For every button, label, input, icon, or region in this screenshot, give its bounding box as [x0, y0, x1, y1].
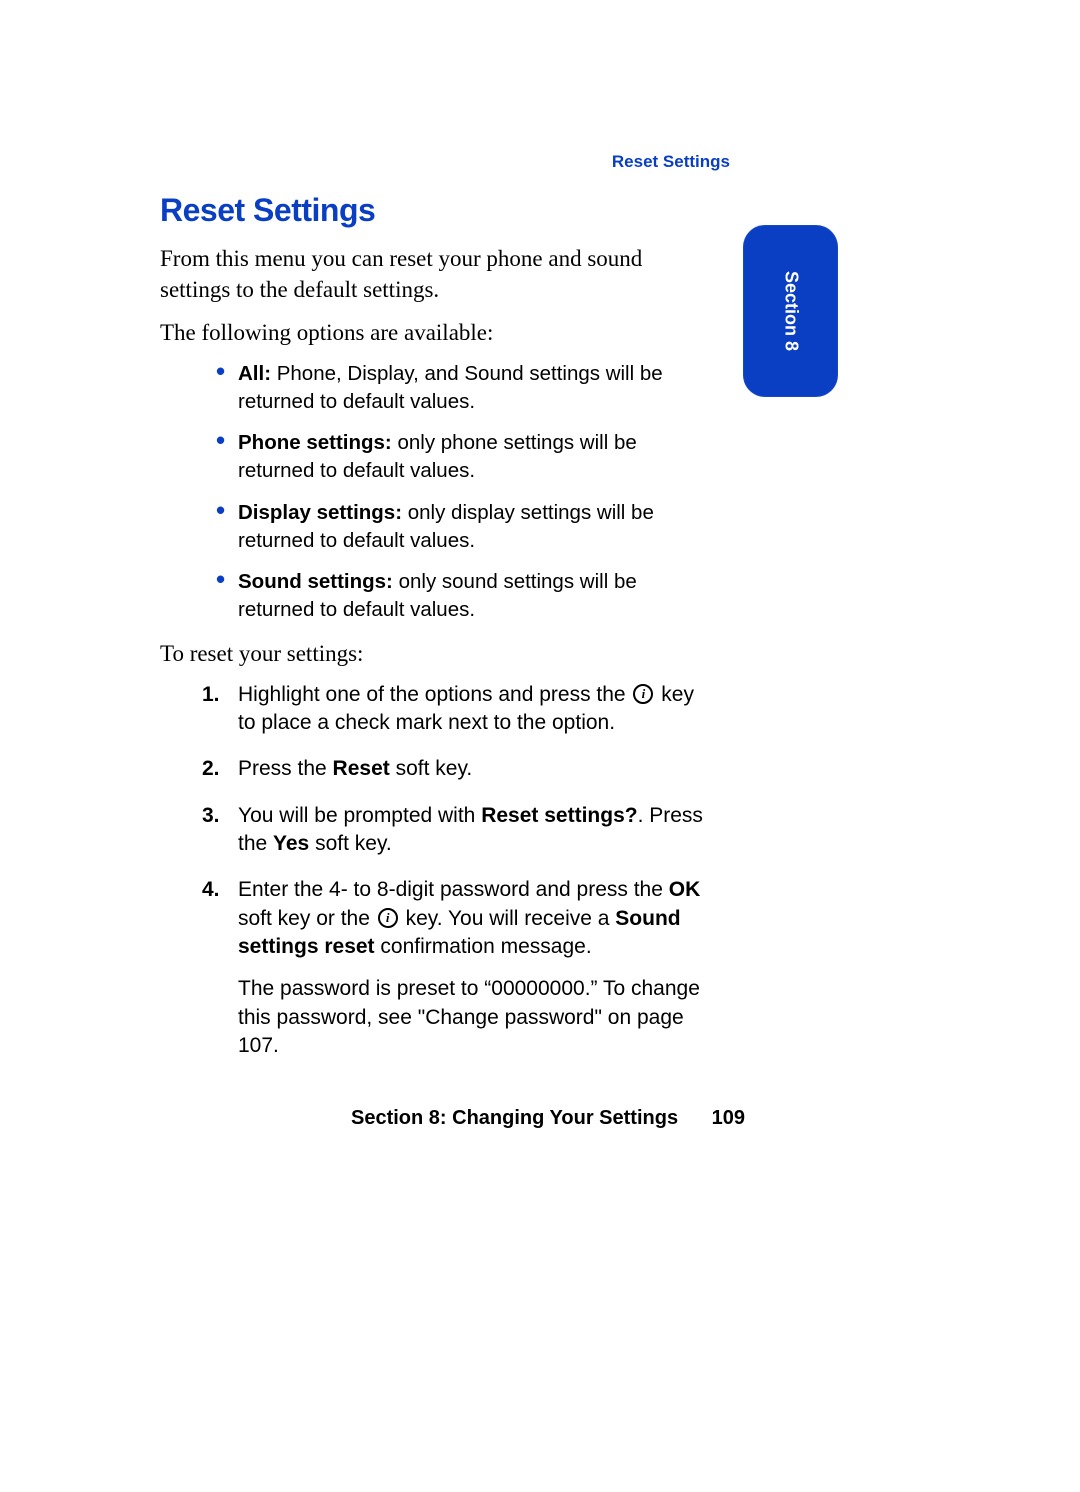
ok-key-icon [633, 684, 653, 704]
step-text: Enter the 4- to 8-digit password and pre… [238, 878, 669, 901]
step-number: 3. [202, 802, 220, 830]
steps-list: 1. Highlight one of the options and pres… [160, 681, 705, 1061]
step-text: soft key or the [238, 907, 376, 930]
footer-section: Section 8: Changing Your Settings [351, 1107, 678, 1129]
step-text: soft key. [309, 832, 391, 855]
list-item: All: Phone, Display, and Sound settings … [238, 360, 705, 415]
step-text: confirmation message. [375, 935, 592, 958]
option-label: All: [238, 362, 271, 385]
option-label: Display settings: [238, 501, 402, 524]
options-list: All: Phone, Display, and Sound settings … [160, 360, 705, 623]
step-text: Press the [238, 757, 333, 780]
option-text: Phone, Display, and Sound settings will … [238, 362, 663, 413]
softkey-label: OK [669, 878, 701, 901]
step-note: The password is preset to “00000000.” To… [238, 975, 705, 1060]
option-label: Phone settings: [238, 431, 392, 454]
intro-paragraph-1: From this menu you can reset your phone … [160, 243, 705, 305]
step-number: 4. [202, 876, 220, 904]
list-item: Phone settings: only phone settings will… [238, 429, 705, 484]
step-item: 4. Enter the 4- to 8-digit password and … [238, 876, 705, 1060]
section-tab-label: Section 8 [780, 271, 801, 351]
content-area: Reset Settings From this menu you can re… [160, 192, 705, 1078]
intro-paragraph-2: The following options are available: [160, 317, 705, 348]
step-item: 1. Highlight one of the options and pres… [238, 681, 705, 738]
list-item: Display settings: only display settings … [238, 499, 705, 554]
list-item: Sound settings: only sound settings will… [238, 568, 705, 623]
step-number: 2. [202, 755, 220, 783]
step-text: soft key. [390, 757, 472, 780]
step-number: 1. [202, 681, 220, 709]
step-item: 3. You will be prompted with Reset setti… [238, 802, 705, 859]
manual-page: Reset Settings Section 8 Reset Settings … [0, 0, 1080, 1492]
step-item: 2. Press the Reset soft key. [238, 755, 705, 783]
page-number: 109 [712, 1107, 745, 1130]
page-footer: Section 8: Changing Your Settings 109 [0, 1107, 745, 1130]
step-text: key. You will receive a [400, 907, 616, 930]
option-label: Sound settings: [238, 570, 393, 593]
softkey-label: Yes [273, 832, 309, 855]
section-tab: Section 8 [743, 225, 838, 397]
page-title: Reset Settings [160, 192, 705, 229]
running-header: Reset Settings [612, 152, 730, 172]
prompt-label: Reset settings? [481, 804, 637, 827]
intro-paragraph-3: To reset your settings: [160, 638, 705, 669]
step-text: Highlight one of the options and press t… [238, 683, 631, 706]
step-text: You will be prompted with [238, 804, 481, 827]
ok-key-icon [378, 908, 398, 928]
softkey-label: Reset [333, 757, 390, 780]
